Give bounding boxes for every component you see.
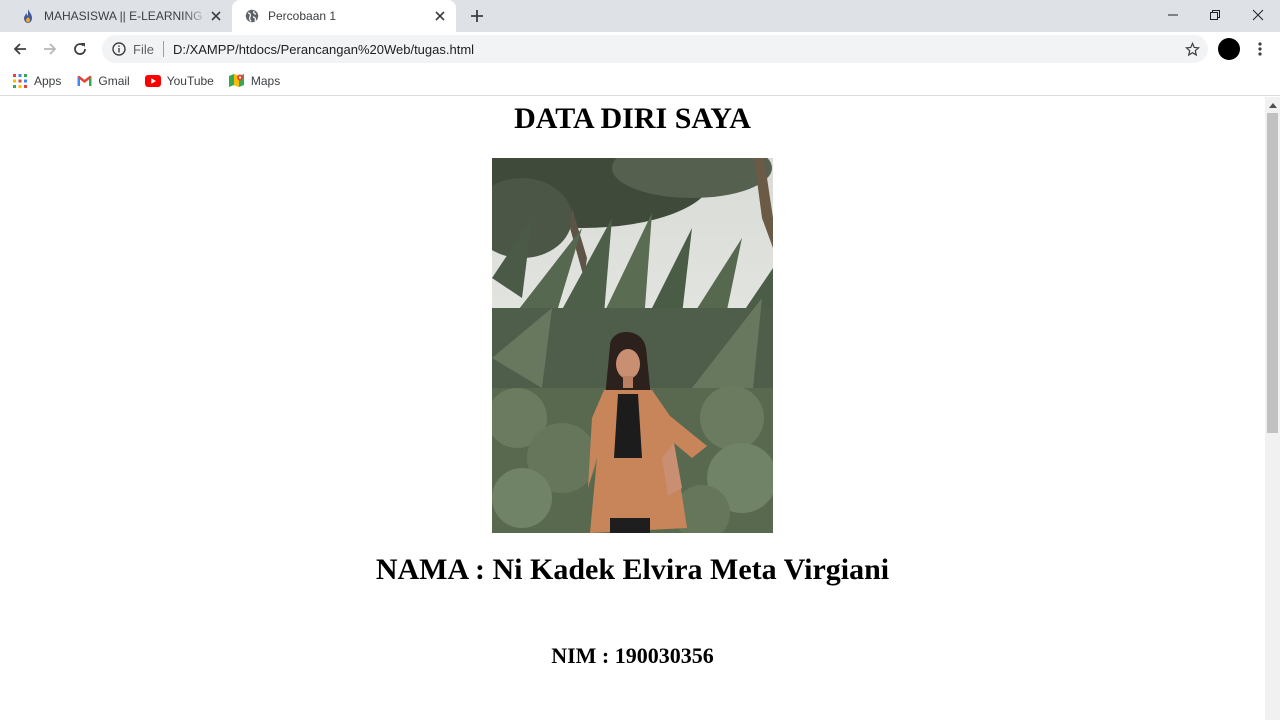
star-icon[interactable]: [1184, 41, 1200, 57]
reload-button[interactable]: [67, 36, 93, 62]
maps-icon: [229, 73, 245, 89]
address-bar[interactable]: File D:/XAMPP/htdocs/Perancangan%20Web/t…: [102, 35, 1208, 63]
flame-icon: [20, 8, 36, 24]
bookmark-label: Apps: [34, 73, 62, 88]
bookmark-label: Maps: [250, 73, 281, 88]
bookmark-maps[interactable]: Maps: [229, 70, 280, 92]
youtube-icon: [144, 73, 161, 89]
bookmark-youtube[interactable]: YouTube: [144, 70, 214, 92]
nim-heading: NIM : 190030356: [551, 643, 714, 668]
bookmark-apps[interactable]: Apps: [12, 70, 61, 92]
scheme-label: File: [133, 41, 154, 57]
tab-strip: MAHASISWA || E-LEARNING STIKOM Percobaan…: [0, 0, 1280, 32]
info-icon[interactable]: [111, 41, 127, 57]
back-button[interactable]: [7, 36, 33, 62]
tab-title: Percobaan 1: [268, 9, 337, 23]
profile-photo: [492, 158, 773, 533]
gmail-icon: [76, 73, 92, 89]
browser-toolbar: File D:/XAMPP/htdocs/Perancangan%20Web/t…: [0, 32, 1280, 66]
scrollbar-thumb[interactable]: [1267, 113, 1278, 433]
page-title: DATA DIRI SAYA: [514, 102, 751, 135]
profile-avatar[interactable]: [1218, 38, 1240, 60]
forward-button[interactable]: [37, 36, 63, 62]
name-heading: NAMA : Ni Kadek Elvira Meta Virgiani: [375, 553, 890, 586]
new-tab-button[interactable]: [466, 5, 488, 27]
more-menu-icon[interactable]: [1250, 36, 1270, 62]
page-viewport: DATA DIRI SAYA NAMA: Ni Kadek Elvira Me…: [0, 97, 1265, 720]
close-icon[interactable]: [432, 8, 448, 24]
bookmarks-bar: Apps Gmail YouTube Maps: [0, 66, 1280, 96]
bookmark-label: YouTube: [166, 73, 214, 88]
restore-button[interactable]: [1194, 0, 1236, 30]
bookmark-label: Gmail: [98, 73, 130, 88]
url-text[interactable]: D:/XAMPP/htdocs/Perancangan%20Web/tugas.…: [173, 42, 474, 57]
bookmark-gmail[interactable]: Gmail: [76, 70, 130, 92]
tab-percobaan[interactable]: Percobaan 1: [232, 0, 456, 32]
close-window-button[interactable]: [1237, 0, 1279, 30]
close-icon[interactable]: [208, 8, 224, 24]
tab-title: MAHASISWA || E-LEARNING STIKOM: [44, 9, 208, 23]
scroll-up-icon[interactable]: [1265, 97, 1280, 112]
apps-grid-icon: [12, 73, 28, 89]
tab-elearning[interactable]: MAHASISWA || E-LEARNING STIKOM: [8, 0, 232, 32]
minimize-button[interactable]: [1152, 0, 1194, 30]
globe-icon: [244, 8, 260, 24]
divider: [162, 41, 164, 57]
vertical-scrollbar[interactable]: [1265, 97, 1280, 720]
